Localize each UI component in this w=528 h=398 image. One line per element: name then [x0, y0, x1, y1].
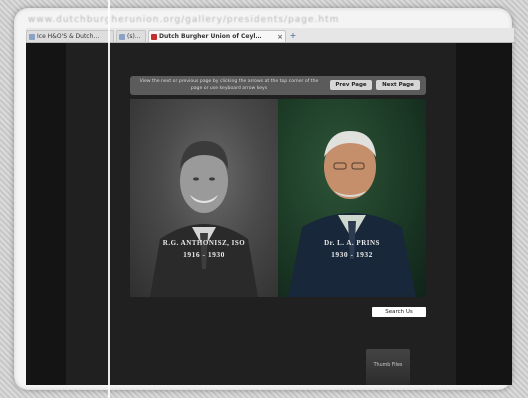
favicon-icon [119, 34, 125, 40]
browser-tab-bar: Ice H&O'S & Dutch… (s)… Dutch Burgher Un… [26, 28, 514, 43]
tab-label: Dutch Burgher Union of Ceyl… [159, 33, 262, 40]
search-us-button[interactable]: Search Us [372, 307, 426, 317]
browser-tab[interactable]: (s)… [116, 30, 146, 42]
tab-label: Ice H&O'S & Dutch… [37, 33, 100, 40]
navigation-notice-text: View the next or previous page by clicki… [139, 79, 319, 91]
browser-tab[interactable]: Ice H&O'S & Dutch… [26, 30, 114, 42]
tab-label: (s)… [127, 33, 141, 40]
vertical-guide-line [108, 0, 110, 398]
next-page-button[interactable]: Next Page [376, 80, 420, 90]
close-icon[interactable]: × [277, 31, 283, 42]
portrait-panel: R.G. ANTHONISZ, ISO 1916 - 1930 Dr. L. A… [130, 99, 426, 297]
favicon-icon [29, 34, 35, 40]
portrait-right: Dr. L. A. PRINS 1930 - 1932 [278, 99, 426, 297]
portrait-left-image [150, 141, 258, 297]
new-tab-button[interactable]: + [288, 30, 298, 41]
browser-tab-active[interactable]: Dutch Burgher Union of Ceyl… × [148, 30, 286, 42]
portrait-right-years: 1930 - 1932 [331, 250, 373, 259]
prev-page-button[interactable]: Prev Page [330, 80, 372, 90]
portrait-right-name: Dr. L. A. PRINS [324, 239, 380, 247]
page-viewport: View the next or previous page by clicki… [26, 43, 512, 385]
thumb-files-tile[interactable]: Thumb Files [366, 349, 410, 385]
portrait-left: R.G. ANTHONISZ, ISO 1916 - 1930 [130, 99, 278, 297]
portrait-right-image [288, 131, 416, 297]
navigation-notice-bar: View the next or previous page by clicki… [130, 76, 426, 95]
thumb-files-label: Thumb Files [373, 363, 403, 368]
address-bar-text[interactable]: www.dutchburgherunion.org/gallery/presid… [28, 14, 498, 26]
portrait-left-name: R.G. ANTHONISZ, ISO [162, 239, 246, 247]
favicon-icon [151, 34, 157, 40]
portrait-left-years: 1916 - 1930 [183, 250, 225, 259]
